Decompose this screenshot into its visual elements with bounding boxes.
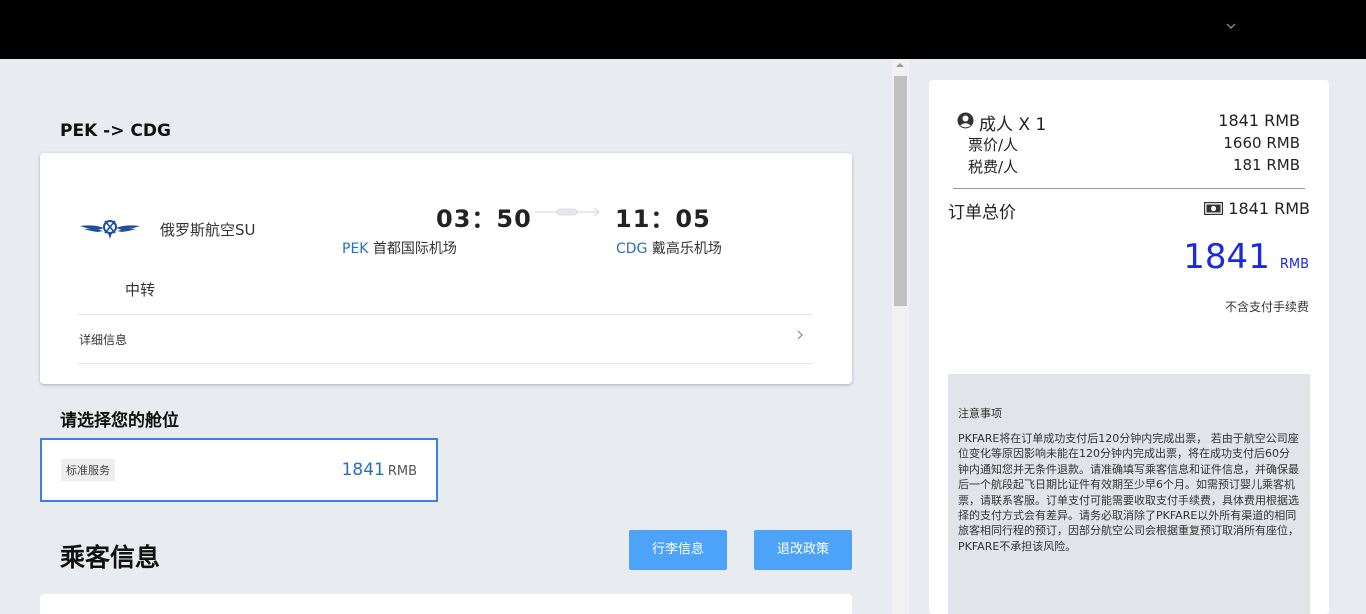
price-summary-panel: 成人 X 1 1841 RMB 票价/人 1660 RMB 税费/人 181 R…: [929, 80, 1329, 614]
cabin-price-value: 1841: [341, 460, 385, 480]
fare-value: 1660 RMB: [1223, 134, 1300, 152]
fare-row: 票价/人 1660 RMB: [968, 134, 1300, 154]
order-total-label: 订单总价: [948, 203, 1016, 223]
adult-count-label: 成人 X 1: [979, 115, 1047, 135]
grand-total: 1841 RMB: [1183, 237, 1309, 277]
arrival-airport-name: 戴高乐机场: [651, 241, 722, 257]
departure-airport: PEK 首都国际机场: [342, 238, 457, 258]
refund-policy-button[interactable]: 退改政策: [754, 530, 852, 570]
payment-fee-note: 不含支付手续费: [1224, 300, 1309, 314]
fare-label: 票价/人: [968, 136, 1019, 154]
route-title: PEK -> CDG: [60, 121, 171, 141]
user-icon: [957, 112, 974, 129]
scroll-up-arrow-icon[interactable]: [896, 63, 904, 67]
cabin-option-standard[interactable]: 标准服务 1841 RMB: [40, 438, 438, 502]
cabin-price-unit: RMB: [387, 464, 417, 479]
stop-type-label: 中转: [125, 281, 156, 299]
booking-main-column: PEK -> CDG 俄罗斯航空SU 03：50 11：05 PEK 首都国际机…: [0, 59, 892, 614]
cabin-price: 1841 RMB: [342, 460, 417, 480]
chevron-down-icon[interactable]: [1224, 20, 1238, 34]
arrival-airport: CDG 戴高乐机场: [616, 238, 722, 258]
cabin-section-title: 请选择您的舱位: [60, 411, 179, 431]
tax-row: 税费/人 181 RMB: [968, 156, 1300, 176]
flight-duration-line-icon: [535, 203, 601, 217]
scrollbar-thumb[interactable]: [894, 76, 907, 306]
departure-time: 03：50: [436, 205, 532, 233]
passenger-section-title: 乘客信息: [60, 543, 161, 572]
arrival-airport-code: CDG: [616, 241, 648, 257]
departure-airport-code: PEK: [342, 241, 369, 257]
notice-box: 注意事项 PKFARE将在订单成功支付后120分钟内完成出票， 若由于航空公司座…: [948, 374, 1310, 614]
flight-details-label: 详细信息: [79, 333, 128, 347]
adult-total-value: 1841 RMB: [1218, 111, 1300, 130]
baggage-info-button[interactable]: 行李信息: [629, 530, 727, 570]
chevron-right-icon: [796, 329, 804, 345]
order-total-value: 1841 RMB: [1228, 199, 1310, 218]
grand-total-unit: RMB: [1279, 257, 1309, 272]
passenger-form-card: [40, 594, 852, 614]
grand-total-value: 1841: [1183, 237, 1270, 277]
cabin-tag: 标准服务: [61, 459, 115, 481]
cash-icon: [1204, 200, 1224, 216]
airline-name: 俄罗斯航空SU: [160, 221, 256, 239]
departure-airport-name: 首都国际机场: [372, 241, 457, 257]
main-scrollbar[interactable]: [892, 59, 909, 614]
tax-label: 税费/人: [968, 158, 1019, 176]
airline-logo-icon: [78, 215, 142, 241]
price-sidebar: 成人 X 1 1841 RMB 票价/人 1660 RMB 税费/人 181 R…: [909, 59, 1366, 614]
top-navigation-bar: [0, 0, 1366, 59]
notice-title: 注意事项: [958, 407, 1002, 420]
tax-value: 181 RMB: [1232, 156, 1300, 174]
flight-details-toggle[interactable]: 详细信息: [78, 314, 812, 364]
price-divider: [953, 188, 1305, 189]
order-total-row: 订单总价 1841 RMB: [948, 198, 1310, 223]
order-total: 1841 RMB: [1204, 199, 1310, 218]
notice-body: PKFARE将在订单成功支付后120分钟内完成出票， 若由于航空公司座位变化等原…: [958, 432, 1299, 553]
flight-card: 俄罗斯航空SU 03：50 11：05 PEK 首都国际机场 CDG 戴高乐机场…: [40, 153, 852, 384]
adult-price-row: 成人 X 1 1841 RMB: [957, 110, 1300, 135]
arrival-time: 11：05: [615, 205, 711, 233]
